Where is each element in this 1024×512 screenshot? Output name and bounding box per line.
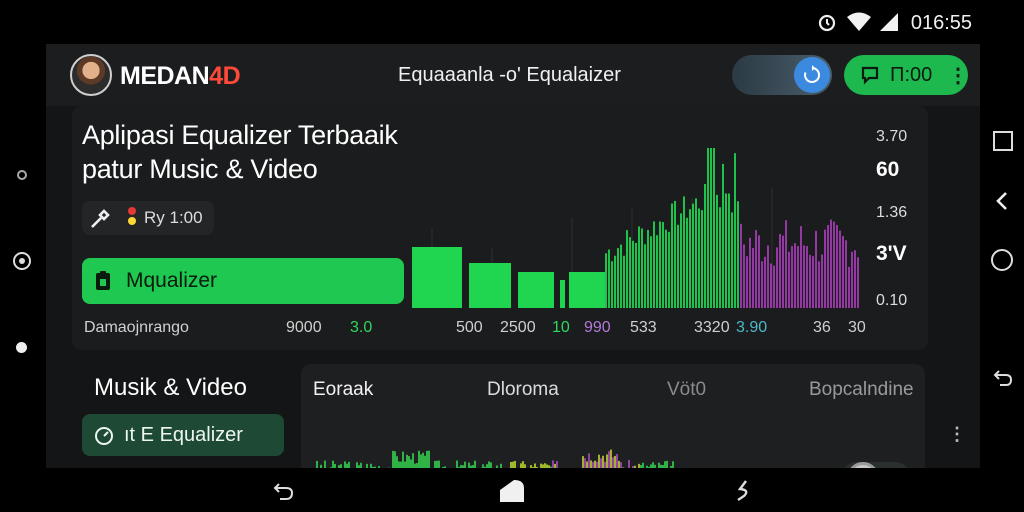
y-tick-label: 60 bbox=[876, 158, 900, 181]
brand-accent: 4D bbox=[209, 62, 241, 90]
x-tick-label: 990 bbox=[584, 319, 611, 336]
equalizer-button-label: Mqualizer bbox=[126, 269, 218, 292]
x-tick-label: 9000 bbox=[286, 319, 322, 336]
chevron-left-icon[interactable] bbox=[992, 190, 1014, 212]
app-title: Equaaanla -o' Equalaizer bbox=[398, 64, 621, 86]
square-icon[interactable] bbox=[992, 130, 1014, 152]
eq-band-bar bbox=[412, 247, 462, 308]
x-tick-label: 36 bbox=[813, 319, 831, 336]
status-time: 016:55 bbox=[910, 12, 972, 34]
left-rail bbox=[0, 44, 46, 468]
x-tick-label: 3.0 bbox=[350, 319, 373, 336]
nav-home-icon[interactable] bbox=[498, 478, 526, 504]
power-toggle[interactable] bbox=[732, 55, 832, 95]
chip-text: Ry 1:00 bbox=[144, 208, 203, 227]
y-tick-label: 0.10 bbox=[876, 292, 908, 309]
eq-band-bar bbox=[569, 272, 605, 308]
rail-dot-icon[interactable] bbox=[17, 170, 27, 180]
headline-line-1: Aplipasi Equalizer Terbaaik bbox=[82, 120, 398, 150]
gauge-icon bbox=[95, 427, 113, 445]
wifi-icon bbox=[847, 12, 871, 31]
rail-filled-dot-icon[interactable] bbox=[16, 342, 27, 353]
headline-line-2: patur Music & Video bbox=[82, 154, 318, 184]
signal-icon bbox=[880, 13, 898, 31]
equalizer-button[interactable]: Mqualizer bbox=[82, 258, 404, 304]
brand-main: MEDAN bbox=[120, 62, 210, 90]
x-tick-label: 10 bbox=[552, 319, 570, 336]
x-tick-label: 30 bbox=[848, 319, 866, 336]
alarm-icon bbox=[818, 14, 836, 32]
wrench-icon bbox=[91, 209, 110, 228]
x-tick-label: 533 bbox=[630, 319, 657, 336]
overflow-menu-icon[interactable]: ⋮ bbox=[948, 424, 966, 445]
y-tick-label: 3.70 bbox=[876, 128, 908, 145]
y-tick-label: 3'V bbox=[876, 242, 907, 265]
right-rail bbox=[980, 44, 1024, 468]
headline: Aplipasi Equalizer Terbaaik patur Music … bbox=[82, 118, 398, 186]
eq-band-bar bbox=[560, 280, 565, 308]
navigation-bar bbox=[0, 468, 1024, 512]
eq-band-bar bbox=[518, 272, 554, 308]
x-tick-label: 3320 bbox=[694, 319, 730, 336]
more-icon[interactable]: ⋮ bbox=[948, 63, 968, 88]
chat-icon bbox=[861, 66, 879, 85]
timer-button[interactable]: Π:00 ⋮ bbox=[844, 55, 968, 95]
sub-equalizer-button[interactable]: ıt E Equalizer bbox=[82, 414, 284, 456]
brand-logo: MEDAN4D bbox=[120, 62, 241, 91]
nav-recents-icon[interactable] bbox=[732, 478, 754, 504]
avatar[interactable] bbox=[70, 54, 112, 96]
x-tick-label: 2500 bbox=[500, 319, 536, 336]
circle-icon[interactable] bbox=[990, 248, 1014, 272]
sub-equalizer-label: ıt E Equalizer bbox=[124, 424, 243, 446]
app-window: MEDAN4D Equaaanla -o' Equalaizer Π:00 ⋮ … bbox=[46, 44, 980, 468]
waveform bbox=[316, 449, 674, 468]
preset-chip[interactable]: Ry 1:00 bbox=[82, 201, 214, 235]
traffic-light-icon bbox=[128, 207, 136, 229]
rail-target-icon[interactable] bbox=[13, 252, 31, 270]
clipboard-icon bbox=[96, 271, 110, 290]
refresh-icon bbox=[794, 57, 830, 93]
media-player: Eoraak Dloroma Vöt0 Bopcalndine bbox=[301, 364, 925, 468]
status-bar: 016:55 bbox=[0, 0, 1024, 44]
back-arrow-icon[interactable] bbox=[992, 366, 1014, 388]
app-bar: MEDAN4D Equaaanla -o' Equalaizer Π:00 ⋮ bbox=[46, 44, 980, 106]
equalizer-card: Aplipasi Equalizer Terbaaik patur Music … bbox=[72, 106, 928, 350]
eq-band-bar bbox=[469, 263, 511, 308]
timer-label: Π:00 bbox=[890, 64, 933, 86]
frequency-caption: Damaojnrango bbox=[84, 319, 189, 336]
x-tick-label: 500 bbox=[456, 319, 483, 336]
y-tick-label: 1.36 bbox=[876, 204, 908, 221]
section-title: Musik & Video bbox=[94, 374, 247, 401]
nav-back-icon[interactable] bbox=[272, 480, 296, 502]
x-tick-label: 3.90 bbox=[736, 319, 768, 336]
